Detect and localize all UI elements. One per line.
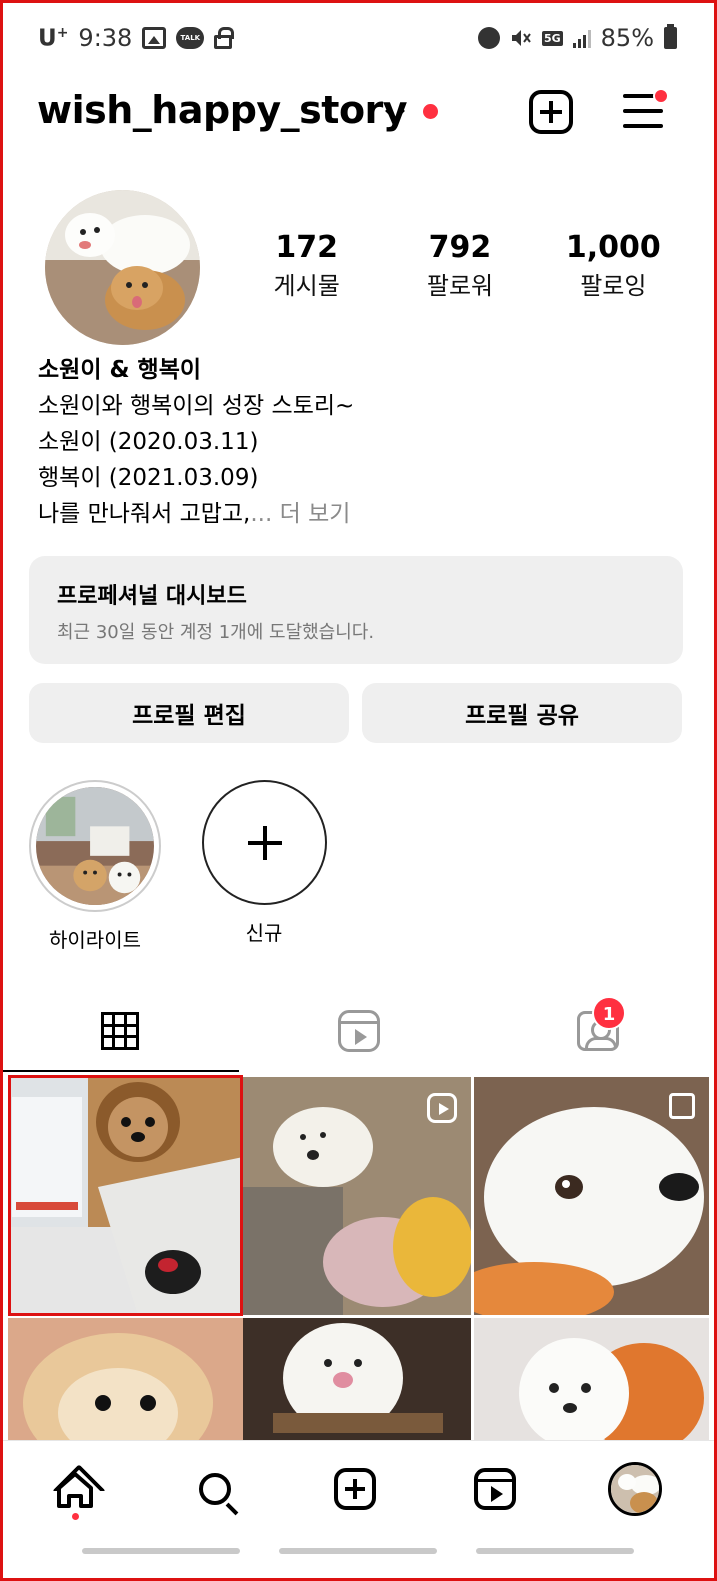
username-switcher[interactable]: wish_happy_story [37,88,408,132]
reels-icon [474,1468,516,1510]
profile-header: wish_happy_story [0,80,717,148]
create-icon [334,1468,376,1510]
nav-reels[interactable] [467,1461,523,1517]
nav-search[interactable] [187,1461,243,1517]
profile-avatar-small [608,1462,662,1516]
dashboard-subtitle: 최근 30일 동안 계정 1개에 도달했습니다. [57,622,375,643]
selected-post-highlight [8,1075,243,1316]
bottom-navigation [0,1440,717,1540]
share-profile-button[interactable]: 프로필 공유 [362,683,682,743]
bio-line: 소원이 (2020.03.11) [38,429,259,455]
profile-bio: 소원이 & 행복이 소원이와 행복이의 성장 스토리~ 소원이 (2020.03… [38,352,678,532]
grid-post[interactable] [8,1318,243,1440]
menu-notification-dot [653,88,669,104]
create-post-icon[interactable] [529,90,573,134]
nav-create[interactable] [327,1461,383,1517]
grid-post[interactable] [243,1077,471,1315]
display-name: 소원이 & 행복이 [38,357,202,383]
carrier-label: U+ [38,24,69,52]
posts-count[interactable]: 172 게시물 [232,228,382,304]
mute-icon [511,30,531,46]
network-5g-icon: 5G [541,30,563,46]
edit-profile-button[interactable]: 프로필 편집 [29,683,349,743]
plus-icon [201,780,327,905]
tagged-badge: 1 [592,996,626,1030]
grid-icon [100,1012,139,1050]
grid-post[interactable] [474,1077,709,1315]
nav-home[interactable] [47,1461,103,1517]
highlight-cover [36,787,154,905]
active-tab-indicator [0,1070,239,1072]
stat-value: 172 [275,230,338,265]
stat-label: 게시물 [273,272,340,300]
gallery-icon [142,27,167,49]
professional-dashboard[interactable]: 프로페셔널 대시보드 최근 30일 동안 계정 1개에 도달했습니다. [29,556,683,664]
tab-posts-grid[interactable] [0,990,239,1072]
reels-icon [337,1010,380,1052]
grid-post[interactable] [474,1318,709,1440]
followers-count[interactable]: 792 팔로워 [385,228,535,304]
search-icon [199,1473,231,1505]
lock-icon [214,27,235,49]
battery-percent: 85% [600,24,654,52]
nav-profile[interactable] [607,1461,663,1517]
battery-icon [664,24,677,49]
profile-avatar[interactable] [45,190,200,345]
stat-label: 팔로워 [426,272,494,300]
bio-line: 소원이와 행복이의 성장 스토리~ [38,393,355,419]
bio-line: 행복이 (2021.03.09) [38,465,259,491]
bio-line: 나를 만나줘서 고맙고,... 더 보기 [38,501,351,527]
following-count[interactable]: 1,000 팔로잉 [538,228,688,304]
see-more-link[interactable]: ... 더 보기 [250,501,350,527]
dashboard-title: 프로페셔널 대시보드 [57,584,247,609]
carousel-indicator-icon [669,1093,695,1119]
highlight-label: 신규 [245,921,283,945]
alarm-icon [477,27,500,49]
stat-value: 1,000 [565,230,661,265]
gesture-bar [279,1548,437,1554]
highlight-label: 하이라이트 [49,928,141,952]
status-time: 9:38 [78,24,133,52]
grid-post[interactable] [243,1318,471,1440]
gesture-bar [82,1548,240,1554]
home-notification-dot [72,1513,79,1520]
profile-stats: 172 게시물 792 팔로워 1,000 팔로잉 [230,228,690,304]
notification-dot [423,104,438,119]
signal-icon [572,28,591,48]
reel-indicator-icon [427,1093,457,1123]
stat-value: 792 [428,230,492,265]
stat-label: 팔로잉 [580,272,647,300]
talk-icon: TALK [176,27,205,49]
tab-reels[interactable] [239,990,478,1072]
gesture-bar [476,1548,634,1554]
new-highlight-button[interactable]: 신규 [198,780,330,946]
home-icon [55,1470,95,1508]
highlight-item[interactable]: 하이라이트 [29,780,161,953]
status-bar: U+ 9:38 TALK 5G 85% [0,0,717,76]
